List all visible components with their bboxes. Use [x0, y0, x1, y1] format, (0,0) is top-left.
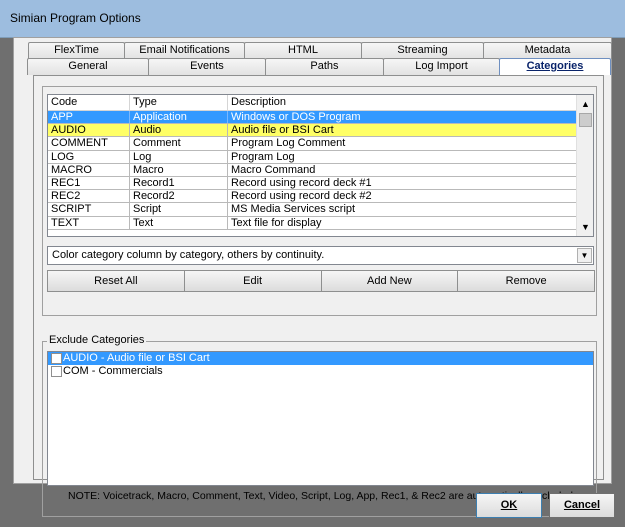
column-header-description[interactable]: Description [228, 95, 578, 110]
exclude-list[interactable]: AUDIO - Audio file or BSI Cart COM - Com… [47, 351, 594, 486]
scroll-thumb[interactable] [579, 113, 592, 127]
edit-button[interactable]: Edit [183, 270, 322, 292]
tab-html[interactable]: HTML [244, 42, 362, 59]
tab-row-top: FlexTime Email Notifications HTML Stream… [28, 42, 612, 59]
color-mode-dropdown[interactable]: Color category column by category, other… [47, 246, 594, 265]
list-item[interactable]: AUDIO - Audio file or BSI Cart [48, 352, 593, 365]
table-row[interactable]: APP Application Windows or DOS Program [48, 111, 578, 125]
categories-panel: Code Type Description APP Application Wi… [33, 75, 604, 517]
categories-list[interactable]: Code Type Description APP Application Wi… [47, 94, 594, 237]
tab-log-import[interactable]: Log Import [383, 58, 500, 75]
cell-type: Macro [130, 163, 228, 176]
checkbox[interactable] [51, 353, 62, 364]
exclude-item-label: AUDIO - Audio file or BSI Cart [63, 352, 210, 364]
cell-type: Application [130, 111, 228, 124]
cell-description: Record using record deck #1 [228, 176, 578, 190]
cell-description: Program Log [228, 150, 578, 163]
tab-paths[interactable]: Paths [265, 58, 384, 75]
categories-frame: Code Type Description APP Application Wi… [42, 86, 597, 316]
column-header-type[interactable]: Type [130, 95, 228, 110]
cell-code: AUDIO [48, 124, 130, 137]
tab-flextime[interactable]: FlexTime [28, 42, 125, 59]
cell-description: Text file for display [228, 216, 578, 229]
exclude-item-label: COM - Commercials [63, 365, 163, 377]
table-row[interactable]: LOG Log Program Log [48, 150, 578, 164]
table-row[interactable]: SCRIPT Script MS Media Services script [48, 203, 578, 217]
cell-code: COMMENT [48, 137, 130, 150]
tab-email-notifications[interactable]: Email Notifications [124, 42, 245, 59]
options-window: Simian Program Options FlexTime Email No… [0, 0, 625, 527]
title-bar[interactable]: Simian Program Options [0, 0, 625, 38]
cell-description: Program Log Comment [228, 137, 578, 150]
cell-description: Windows or DOS Program [228, 111, 578, 124]
cell-code: MACRO [48, 163, 130, 176]
cell-code: REC1 [48, 176, 130, 190]
cell-type: Script [130, 203, 228, 216]
tab-streaming[interactable]: Streaming [361, 42, 484, 59]
table-row[interactable]: REC1 Record1 Record using record deck #1 [48, 176, 578, 191]
cell-description: Macro Command [228, 163, 578, 176]
cell-code: LOG [48, 150, 130, 163]
table-row[interactable]: AUDIO Audio Audio file or BSI Cart [48, 124, 578, 138]
scroll-down-arrow-icon[interactable]: ▼ [578, 219, 593, 235]
column-header-code[interactable]: Code [48, 95, 130, 110]
tab-row-bottom: General Events Paths Log Import Categori… [27, 58, 611, 75]
cell-type: Record1 [130, 176, 228, 190]
list-scrollbar[interactable]: ▲ ▼ [576, 95, 593, 236]
cell-description: MS Media Services script [228, 203, 578, 216]
cell-code: APP [48, 111, 130, 124]
cell-type: Record2 [130, 190, 228, 203]
dialog-client: FlexTime Email Notifications HTML Stream… [13, 37, 612, 517]
tab-metadata[interactable]: Metadata [483, 42, 612, 59]
tab-general[interactable]: General [27, 58, 149, 75]
list-header: Code Type Description [48, 95, 593, 111]
table-row[interactable]: REC2 Record2 Record using record deck #2 [48, 190, 578, 204]
add-new-button[interactable]: Add New [320, 270, 459, 292]
cell-type: Log [130, 150, 228, 163]
ok-button[interactable]: OK [476, 493, 542, 518]
cancel-button[interactable]: Cancel [549, 493, 615, 518]
table-row[interactable]: TEXT Text Text file for display [48, 216, 578, 230]
cell-type: Text [130, 216, 228, 229]
exclude-categories-group: Exclude Categories AUDIO - Audio file or… [42, 334, 597, 517]
scroll-up-arrow-icon[interactable]: ▲ [578, 96, 593, 112]
table-row[interactable]: MACRO Macro Macro Command [48, 163, 578, 177]
table-row[interactable]: COMMENT Comment Program Log Comment [48, 137, 578, 151]
ok-label: OK [500, 499, 518, 511]
reset-all-button[interactable]: Reset All [47, 270, 185, 292]
tab-categories[interactable]: Categories [499, 58, 611, 75]
exclude-categories-legend: Exclude Categories [47, 334, 147, 346]
checkbox[interactable] [51, 366, 62, 377]
tab-events[interactable]: Events [148, 58, 266, 75]
remove-button[interactable]: Remove [457, 270, 595, 292]
window-title: Simian Program Options [10, 11, 141, 25]
list-rows: APP Application Windows or DOS Program A… [48, 111, 578, 230]
dropdown-arrow-icon[interactable]: ▼ [577, 248, 592, 263]
category-button-row: Reset All Edit Add New Remove [47, 270, 595, 292]
cell-code: SCRIPT [48, 203, 130, 216]
cell-code: REC2 [48, 190, 130, 203]
cell-description: Record using record deck #2 [228, 190, 578, 203]
list-item[interactable]: COM - Commercials [48, 365, 593, 378]
cell-type: Audio [130, 124, 228, 137]
cell-code: TEXT [48, 216, 130, 229]
cancel-label: Cancel [563, 499, 601, 511]
cell-description: Audio file or BSI Cart [228, 124, 578, 137]
cell-type: Comment [130, 137, 228, 150]
color-mode-value: Color category column by category, other… [52, 249, 325, 261]
